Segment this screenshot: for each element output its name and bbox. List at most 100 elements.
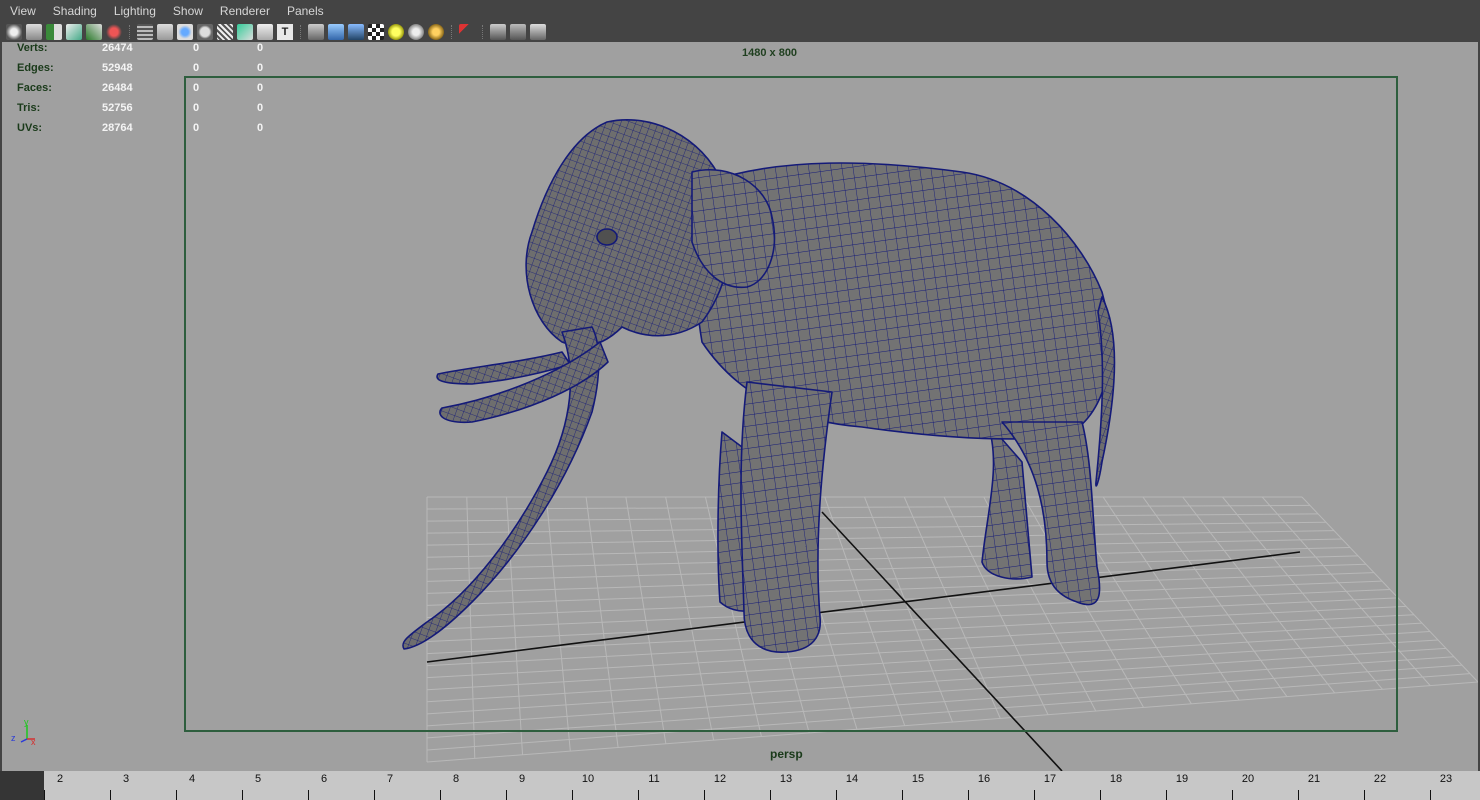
panel-toolbar: T [0,22,1480,42]
hud-text-icon[interactable]: T [277,24,293,40]
frame-number: 18 [1109,773,1123,785]
time-slider[interactable]: 2 3 4 5 6 7 8 9 10 11 12 13 14 15 16 17 18 19 20 21 22 23 [0,771,1480,800]
hud-sel-value: 0 [193,122,200,134]
film-gate-icon[interactable] [157,24,173,40]
panel-menubar: View Shading Lighting Show Renderer Panels [0,0,1480,22]
x-axis-label: x [31,737,36,747]
hud-comp-value: 0 [257,42,264,54]
safe-action-icon[interactable] [237,24,253,40]
menu-lighting[interactable]: Lighting [104,0,163,22]
xray-icon[interactable] [490,24,506,40]
hud-row: Edges: 52948 0 0 [17,62,277,82]
frame-tick [902,790,903,800]
time-slider-track[interactable]: 2 3 4 5 6 7 8 9 10 11 12 13 14 15 16 17 18 19 20 21 22 23 [44,771,1480,800]
frame-number: 3 [122,773,130,785]
hud-label-value: Tris: [17,102,41,114]
smooth-shade-icon[interactable] [328,24,344,40]
hud-label-value: Verts: [17,42,48,54]
isolate-select-icon[interactable] [459,24,475,40]
hud-row: UVs: 28764 0 0 [17,122,277,142]
hud-comp-value: 0 [257,122,264,134]
hud-total-value: 52948 [102,62,133,74]
frame-number: 22 [1373,773,1387,785]
image-plane-icon[interactable] [66,24,82,40]
frame-tick [110,790,111,800]
poly-count-hud: Verts: 26474 0 0 Edges: 52948 0 0 Faces: 26484 0 0 T… [17,42,277,142]
hud-label-value: UVs: [17,122,43,134]
resolution-gate-icon[interactable] [177,24,193,40]
frame-tick [572,790,573,800]
hud-row: Tris: 52756 0 0 [17,102,277,122]
camera-name-label: persp [770,747,803,761]
time-slider-lead [0,771,44,800]
toolbar-separator [300,25,303,39]
frame-number: 12 [713,773,727,785]
select-camera-icon[interactable] [6,24,22,40]
hud-total-value: 26474 [102,42,133,54]
hud-label-value: Faces: [17,82,52,94]
frame-number: 8 [452,773,460,785]
hud-sel-value: 0 [193,62,200,74]
z-axis-label: z [11,733,16,743]
toolbar-separator [482,25,485,39]
frame-number: 2 [56,773,64,785]
hud-total-value: 52756 [102,102,133,114]
frame-number: 11 [648,773,660,785]
frame-number: 14 [845,773,859,785]
frame-tick [1232,790,1233,800]
camera-attributes-icon[interactable] [26,24,42,40]
hud-label-value: Edges: [17,62,54,74]
bookmarks-icon[interactable] [46,24,62,40]
frame-tick [506,790,507,800]
y-axis-label: y [24,717,29,727]
frame-number: 6 [320,773,328,785]
frame-tick [638,790,639,800]
frame-tick [242,790,243,800]
wireframe-icon[interactable] [308,24,324,40]
hud-row: Verts: 26474 0 0 [17,42,277,62]
frame-tick [1364,790,1365,800]
menu-view[interactable]: View [0,0,43,22]
textured-icon[interactable] [368,24,384,40]
frame-tick [836,790,837,800]
frame-number: 4 [188,773,196,785]
z-axis-line [20,738,28,743]
hud-total-value: 28764 [102,122,133,134]
menu-show[interactable]: Show [163,0,210,22]
field-chart-icon[interactable] [217,24,233,40]
resolution-label: 1480 x 800 [742,47,798,59]
hud-sel-value: 0 [193,102,200,114]
frame-tick [308,790,309,800]
frame-number: 15 [911,773,925,785]
toolbar-separator [451,25,454,39]
gate-mask-icon[interactable] [197,24,213,40]
use-all-lights-icon[interactable] [388,24,404,40]
ambient-occlusion-icon[interactable] [428,24,444,40]
xray-joints-icon[interactable] [510,24,526,40]
hud-sel-value: 0 [193,82,200,94]
frame-tick [770,790,771,800]
axis-gizmo: y z x [11,717,36,747]
frame-number: 7 [386,773,394,785]
toolbar-separator [129,25,132,39]
frame-tick [440,790,441,800]
perspective-viewport[interactable]: Verts: 26474 0 0 Edges: 52948 0 0 Faces: 26484 0 0 T… [2,42,1478,771]
wireframe-on-shaded-icon[interactable] [348,24,364,40]
frame-number: 13 [779,773,793,785]
frame-tick [374,790,375,800]
menu-renderer[interactable]: Renderer [210,0,277,22]
hud-row: Faces: 26484 0 0 [17,82,277,102]
frame-number: 23 [1439,773,1453,785]
grease-pencil-icon[interactable] [86,24,102,40]
menu-panels[interactable]: Panels [277,0,331,22]
frame-number: 5 [254,773,262,785]
xray-components-icon[interactable] [530,24,546,40]
frame-tick [44,790,45,800]
shadows-icon[interactable] [408,24,424,40]
unlock-camera-icon[interactable] [106,24,122,40]
resolution-gate [184,76,1398,732]
frame-number: 9 [518,773,526,785]
menu-shading[interactable]: Shading [43,0,104,22]
grid-icon[interactable] [137,24,153,40]
safe-title-icon[interactable] [257,24,273,40]
